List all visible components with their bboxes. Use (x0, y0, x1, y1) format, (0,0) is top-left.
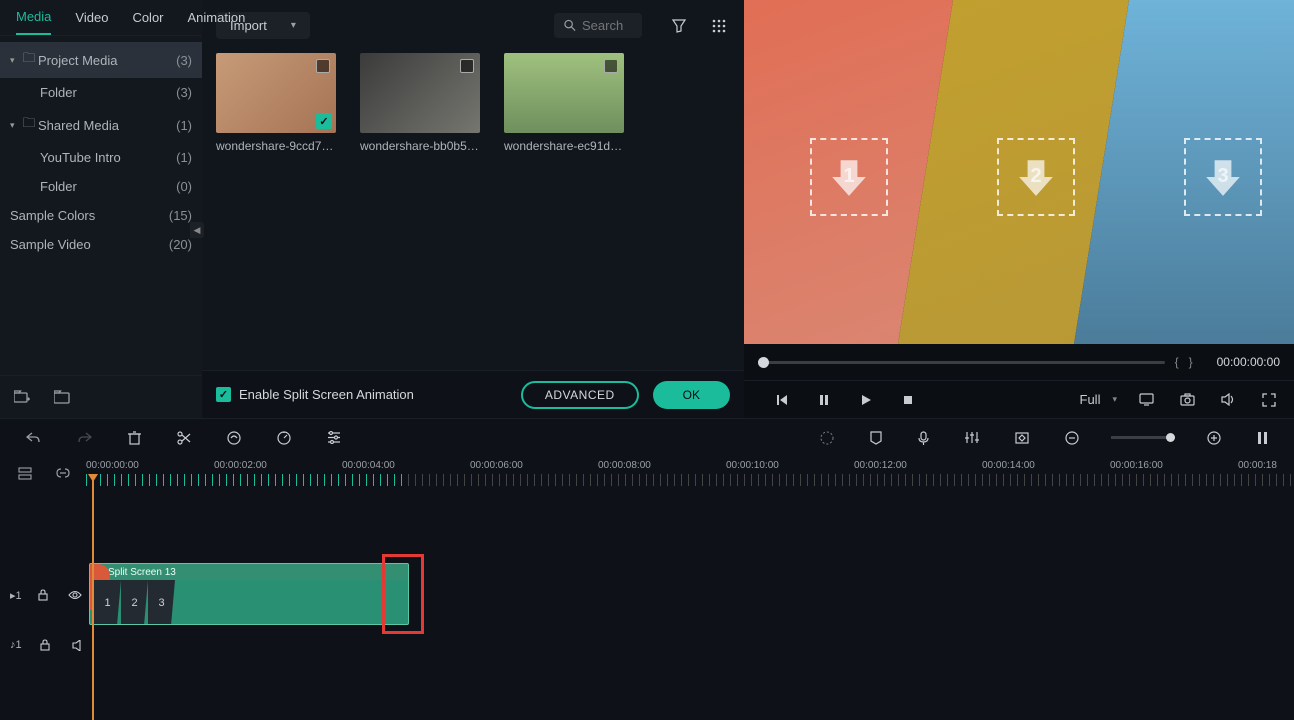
volume-icon[interactable] (1217, 389, 1240, 410)
clip-seg-2[interactable]: 2 (121, 580, 148, 625)
timeline-clip[interactable]: Split Screen 13 123 (89, 563, 409, 625)
media-thumb-2[interactable]: wondershare-ec91dd68-... (504, 53, 624, 153)
lock-audio-icon[interactable] (36, 635, 54, 655)
filter-icon[interactable] (668, 15, 690, 37)
ruler-tick: 00:00:08:00 (598, 460, 651, 471)
preview-timecode: 00:00:00:00 (1217, 355, 1280, 369)
sidebar-item-5[interactable]: Sample Colors(15) (0, 201, 202, 230)
split-icon[interactable] (173, 427, 195, 449)
sidebar-item-0[interactable]: ▾🗀Project Media(3) (0, 42, 202, 78)
highlight-annotation (382, 554, 424, 634)
enable-split-screen-checkbox[interactable]: ✓ Enable Split Screen Animation (216, 387, 414, 402)
ruler-tick: 00:00:12:00 (854, 460, 907, 471)
tab-animation[interactable]: Animation (188, 0, 246, 35)
sidebar-item-1[interactable]: Folder(3) (0, 78, 202, 107)
grid-view-icon[interactable] (708, 15, 730, 37)
sidebar-item-2[interactable]: ▾🗀Shared Media(1) (0, 107, 202, 143)
fullscreen-icon[interactable] (1258, 389, 1280, 411)
ruler-tick: 00:00:02:00 (214, 460, 267, 471)
clip-seg-1[interactable]: 1 (94, 580, 121, 625)
ruler-tick: 00:00:06:00 (470, 460, 523, 471)
record-voice-icon[interactable] (914, 427, 933, 449)
mute-audio-icon[interactable] (68, 636, 88, 655)
folder-icon[interactable] (50, 386, 74, 408)
advanced-button[interactable]: ADVANCED (521, 381, 639, 409)
display-icon[interactable] (1135, 389, 1158, 410)
adjust-icon[interactable] (323, 427, 345, 448)
tab-media[interactable]: Media (16, 0, 51, 35)
sidebar-item-4[interactable]: Folder(0) (0, 172, 202, 201)
fit-zoom-icon[interactable] (1253, 427, 1272, 449)
skip-back-icon[interactable] (772, 390, 792, 410)
pause-icon[interactable] (814, 390, 834, 410)
ruler-tick: 00:00:18 (1238, 460, 1277, 471)
audio-mixer-icon[interactable] (961, 427, 983, 448)
video-track-label: ▸1 (10, 589, 22, 602)
tab-video[interactable]: Video (75, 0, 108, 35)
speed-icon[interactable] (273, 427, 295, 449)
marker-icon[interactable] (866, 427, 886, 449)
link-icon[interactable] (52, 462, 74, 484)
preview-quality-select[interactable]: Full ▾ (1080, 392, 1117, 407)
search-input[interactable] (554, 13, 642, 38)
media-thumb-0[interactable]: ✓wondershare-9ccd78f6-6... (216, 53, 336, 153)
mark-out-icon[interactable]: } (1189, 355, 1193, 369)
ruler-tick: 00:00:04:00 (342, 460, 395, 471)
ruler-tick: 00:00:00:00 (86, 460, 139, 471)
ruler-tick: 00:00:14:00 (982, 460, 1035, 471)
chevron-down-icon: ▾ (291, 20, 296, 31)
clip-title: Split Screen 13 (108, 567, 176, 578)
zoom-out-icon[interactable] (1061, 427, 1083, 449)
zoom-slider[interactable] (1111, 436, 1175, 439)
timeline-playhead[interactable] (92, 478, 94, 720)
clip-seg-3[interactable]: 3 (148, 580, 175, 625)
audio-track-label: ♪1 (10, 639, 22, 651)
search-icon (564, 19, 576, 32)
snapshot-icon[interactable] (1176, 389, 1199, 410)
zoom-in-icon[interactable] (1203, 427, 1225, 449)
preview-scrubber[interactable] (758, 361, 1165, 364)
visibility-icon[interactable] (64, 586, 86, 604)
sidebar-item-3[interactable]: YouTube Intro(1) (0, 143, 202, 172)
sidebar-item-6[interactable]: Sample Video(20) (0, 230, 202, 259)
undo-icon[interactable] (22, 427, 45, 448)
ruler-tick: 00:00:16:00 (1110, 460, 1163, 471)
mark-in-icon[interactable]: { (1175, 355, 1179, 369)
render-icon[interactable] (816, 427, 838, 449)
ok-button[interactable]: OK (653, 381, 730, 409)
new-folder-icon[interactable] (10, 386, 34, 408)
track-manager-icon[interactable] (14, 463, 36, 484)
keyframe-icon[interactable] (1011, 428, 1033, 448)
lock-track-icon[interactable] (34, 585, 52, 605)
play-icon[interactable] (856, 390, 876, 410)
tab-color[interactable]: Color (132, 0, 163, 35)
redo-icon[interactable] (73, 427, 96, 448)
crop-icon[interactable] (223, 427, 245, 449)
stop-icon[interactable] (898, 390, 918, 410)
delete-icon[interactable] (124, 427, 145, 449)
collapse-sidebar-icon[interactable]: ◀ (190, 222, 204, 238)
enable-split-screen-label: Enable Split Screen Animation (239, 387, 414, 402)
ruler-tick: 00:00:10:00 (726, 460, 779, 471)
media-thumb-1[interactable]: wondershare-bb0b5cdd-... (360, 53, 480, 153)
